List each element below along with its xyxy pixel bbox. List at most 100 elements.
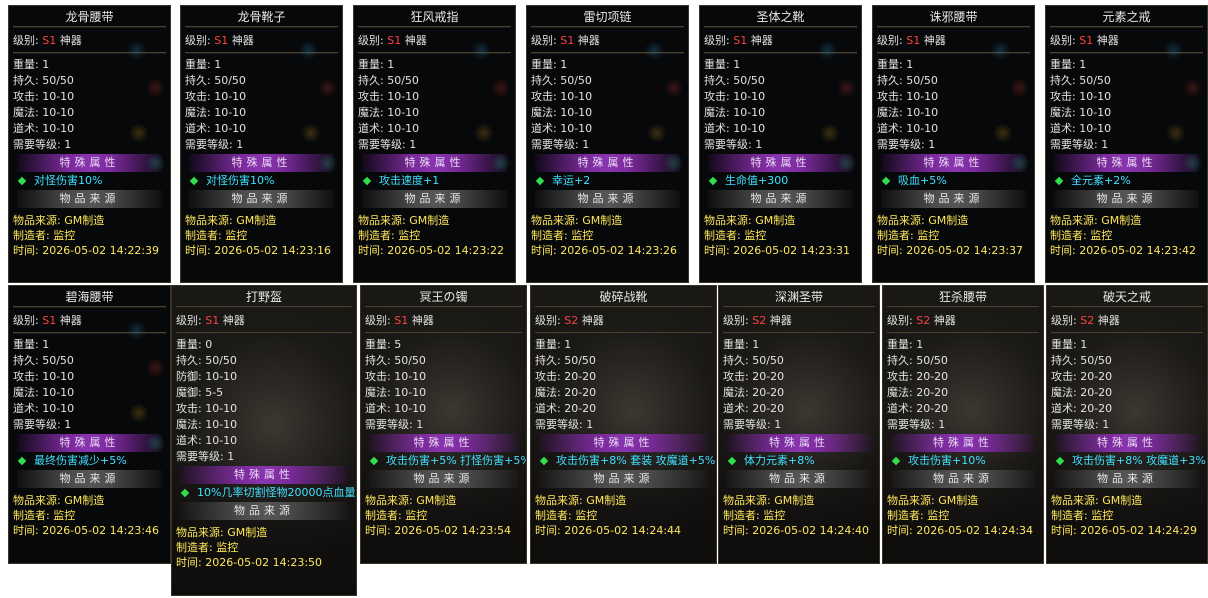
grade-label: 级别: <box>185 34 211 47</box>
item-name: 狂风戒指 <box>410 10 459 24</box>
item-origin: 物品来源: GM制造 制造者: 监控 时间: 2026-05-02 14:23:31 <box>700 208 861 258</box>
origin-source: 物品来源: GM制造 <box>176 526 268 539</box>
item-tooltip: 碧海腰带 级别: S1 神器 重量: 1 持久: 50/50 攻击: 10-10 魔法: … <box>8 285 171 564</box>
stat-magic: 魔法: 10-10 <box>176 418 238 431</box>
grade-label: 级别: <box>535 314 561 327</box>
origin-maker: 制造者: 监控 <box>887 509 950 522</box>
gem-icon <box>362 176 372 186</box>
origin-source: 物品来源: GM制造 <box>887 494 979 507</box>
item-name: 圣体之靴 <box>756 10 805 24</box>
origin-source: 物品来源: GM制造 <box>13 494 105 507</box>
item-tooltip: 元素之戒 级别: S1 神器 重量: 1 持久: 50/50 攻击: 10-10 魔法: … <box>1045 5 1208 283</box>
origin-time: 时间: 2026-05-02 14:22:39 <box>13 244 160 257</box>
item-grade: 级别: S2 神器 <box>531 308 716 332</box>
item-name: 破碎战靴 <box>599 290 648 304</box>
item-origin: 物品来源: GM制造 制造者: 监控 时间: 2026-05-02 14:23:26 <box>527 208 688 258</box>
grade-label: 级别: <box>887 314 913 327</box>
gem-icon <box>369 456 379 466</box>
stat-weight: 重量: 1 <box>535 338 572 351</box>
item-origin: 物品来源: GM制造 制造者: 监控 时间: 2026-05-02 14:24:29 <box>1047 488 1207 538</box>
stat-durability: 持久: 50/50 <box>1051 354 1112 367</box>
item-stats: 重量: 1 持久: 50/50 攻击: 20-20 魔法: 20-20 道术: 20-2… <box>883 334 1043 433</box>
stat-durability: 持久: 50/50 <box>887 354 948 367</box>
item-name: 破天之戒 <box>1102 290 1151 304</box>
origin-source: 物品来源: GM制造 <box>365 494 457 507</box>
stat-tao: 道术: 10-10 <box>365 402 427 415</box>
item-origin: 物品来源: GM制造 制造者: 监控 时间: 2026-05-02 14:23:54 <box>361 488 526 538</box>
item-tooltip: 冥王の镯 级别: S1 神器 重量: 5 持久: 50/50 攻击: 10-10 魔法: … <box>360 285 527 564</box>
grade-label: 级别: <box>13 314 39 327</box>
stat-required-level: 需要等级: 1 <box>176 450 235 463</box>
stat-magic: 魔法: 20-20 <box>535 386 597 399</box>
special-attribute-text: 攻击伤害+5% 打怪伤害+5% <box>386 454 527 467</box>
grade-tier: S1 <box>1075 34 1094 47</box>
stat-defense: 防御: 10-10 <box>176 370 238 383</box>
item-name: 冥王の镯 <box>419 290 468 304</box>
origin-maker: 制造者: 监控 <box>535 509 598 522</box>
item-tooltip: 破碎战靴 级别: S2 神器 重量: 1 持久: 50/50 攻击: 20-20 魔法: … <box>530 285 717 564</box>
special-attribute: 体力元素+8% <box>719 452 879 470</box>
stat-durability: 持久: 50/50 <box>535 354 596 367</box>
origin-time: 时间: 2026-05-02 14:23:22 <box>358 244 505 257</box>
origin-maker: 制造者: 监控 <box>723 509 786 522</box>
grade-tier: S2 <box>748 314 767 327</box>
item-name: 雷切项链 <box>583 10 632 24</box>
gem-icon <box>180 488 190 498</box>
item-name: 诛邪腰带 <box>929 10 978 24</box>
origin-time: 时间: 2026-05-02 14:24:44 <box>535 524 682 537</box>
grade-class: 神器 <box>1093 34 1119 47</box>
item-tooltip: 圣体之靴 级别: S1 神器 重量: 1 持久: 50/50 攻击: 10-10 魔法: … <box>699 5 862 283</box>
stat-weight: 重量: 0 <box>176 338 213 351</box>
stat-tao: 道术: 20-20 <box>887 402 949 415</box>
grade-label: 级别: <box>176 314 202 327</box>
origin-maker: 制造者: 监控 <box>365 509 428 522</box>
origin-maker: 制造者: 监控 <box>1050 229 1113 242</box>
item-origin: 物品来源: GM制造 制造者: 监控 时间: 2026-05-02 14:23:37 <box>873 208 1034 258</box>
origin-time: 时间: 2026-05-02 14:23:37 <box>877 244 1024 257</box>
origin-source: 物品来源: GM制造 <box>185 214 277 227</box>
item-origin-header: 物品来源 <box>180 502 348 520</box>
stat-magic: 魔法: 20-20 <box>723 386 785 399</box>
origin-maker: 制造者: 监控 <box>13 509 76 522</box>
origin-maker: 制造者: 监控 <box>13 229 76 242</box>
special-attributes-header: 特殊属性 <box>727 434 871 452</box>
grade-tier: S2 <box>560 314 579 327</box>
special-attribute-text: 对怪伤害10% <box>34 174 103 187</box>
origin-source: 物品来源: GM制造 <box>704 214 796 227</box>
grade-label: 级别: <box>365 314 391 327</box>
item-tooltip: 深渊圣带 级别: S2 神器 重量: 1 持久: 50/50 攻击: 20-20 魔法: … <box>718 285 880 564</box>
item-origin-header: 物品来源 <box>369 470 518 488</box>
item-icon-backdrop <box>640 28 688 178</box>
item-origin-header: 物品来源 <box>362 190 507 208</box>
item-name: 狂杀腰带 <box>938 290 987 304</box>
special-attribute-text: 体力元素+8% <box>744 454 815 467</box>
stat-tao: 道术: 20-20 <box>535 402 597 415</box>
item-origin-header: 物品来源 <box>1055 470 1199 488</box>
origin-time: 时间: 2026-05-02 14:23:42 <box>1050 244 1197 257</box>
stat-required-level: 需要等级: 1 <box>887 418 946 431</box>
item-icon-backdrop <box>122 308 170 458</box>
stat-attack: 攻击: 20-20 <box>887 370 949 383</box>
grade-label: 级别: <box>723 314 749 327</box>
item-tooltip: 狂风戒指 级别: S1 神器 重量: 1 持久: 50/50 攻击: 10-10 魔法: … <box>353 5 516 283</box>
origin-time: 时间: 2026-05-02 14:24:40 <box>723 524 870 537</box>
grade-class: 神器 <box>747 34 773 47</box>
special-attribute: 攻击伤害+8% 攻魔道+3% <box>1047 452 1207 470</box>
grade-label: 级别: <box>877 34 903 47</box>
item-tooltip: 龙骨靴子 级别: S1 神器 重量: 1 持久: 50/50 攻击: 10-10 魔法: … <box>180 5 343 283</box>
item-stats: 重量: 1 持久: 50/50 攻击: 20-20 魔法: 20-20 道术: 20-2… <box>1047 334 1207 433</box>
grade-class: 神器 <box>401 34 427 47</box>
origin-source: 物品来源: GM制造 <box>535 494 627 507</box>
grade-tier: S1 <box>210 34 229 47</box>
grade-label: 级别: <box>704 34 730 47</box>
special-attribute-text: 生命值+300 <box>725 174 789 187</box>
item-stats: 重量: 1 持久: 50/50 攻击: 20-20 魔法: 20-20 道术: 20-2… <box>531 334 716 433</box>
grade-label: 级别: <box>358 34 384 47</box>
item-tooltip: 破天之戒 级别: S2 神器 重量: 1 持久: 50/50 攻击: 20-20 魔法: … <box>1046 285 1208 564</box>
origin-maker: 制造者: 监控 <box>877 229 940 242</box>
grade-class: 神器 <box>228 34 254 47</box>
origin-time: 时间: 2026-05-02 14:24:29 <box>1051 524 1198 537</box>
stat-weight: 重量: 1 <box>887 338 924 351</box>
grade-label: 级别: <box>1050 34 1076 47</box>
grade-class: 神器 <box>930 314 956 327</box>
